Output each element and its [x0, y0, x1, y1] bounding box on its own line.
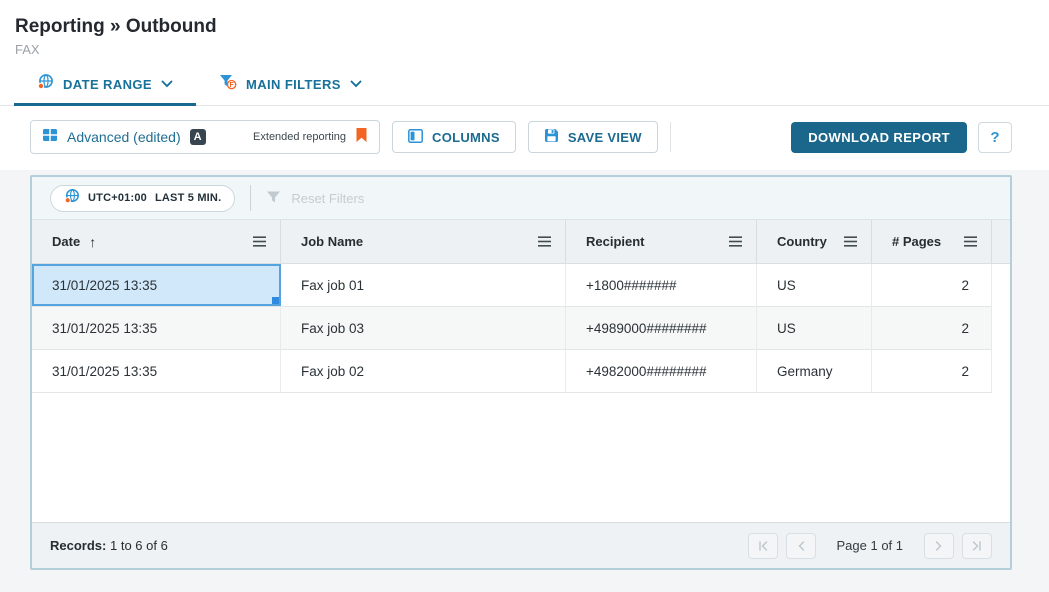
records-label: Records:	[50, 538, 106, 553]
tab-label: MAIN FILTERS	[246, 77, 341, 92]
column-menu-icon[interactable]	[964, 236, 978, 247]
column-header-pages[interactable]: # Pages	[872, 220, 992, 263]
next-page-button[interactable]	[924, 533, 954, 559]
globe-icon	[37, 73, 54, 95]
cell-recipient[interactable]: +4989000########	[566, 307, 757, 349]
columns-icon	[408, 129, 423, 146]
table-header: Date ↑ Job Name Recipient Country # Pa	[32, 219, 1010, 264]
last-page-button[interactable]	[962, 533, 992, 559]
column-menu-icon[interactable]	[538, 236, 552, 247]
table-row: 31/01/2025 13:35 Fax job 03 +4989000####…	[32, 307, 992, 350]
tab-main-filters[interactable]: F MAIN FILTERS	[196, 63, 385, 105]
table-row: 31/01/2025 13:35 Fax job 01 +1800#######…	[32, 264, 992, 307]
cell-pages[interactable]: 2	[872, 350, 992, 392]
report-panel: UTC+01:00 LAST 5 MIN. Reset Filters Date…	[30, 175, 1012, 570]
column-header-recipient[interactable]: Recipient	[566, 220, 757, 263]
column-header-country[interactable]: Country	[757, 220, 872, 263]
timezone-range-chip[interactable]: UTC+01:00 LAST 5 MIN.	[50, 185, 235, 212]
tab-date-range[interactable]: DATE RANGE	[14, 63, 196, 105]
tab-bar: DATE RANGE F MAIN FILTERS	[0, 63, 1049, 106]
column-menu-icon[interactable]	[844, 236, 858, 247]
active-filters-bar: UTC+01:00 LAST 5 MIN. Reset Filters	[32, 177, 1010, 219]
funnel-icon	[266, 190, 282, 207]
reset-filters-label: Reset Filters	[291, 191, 364, 206]
column-label: Country	[777, 234, 827, 249]
save-view-button[interactable]: SAVE VIEW	[528, 121, 658, 153]
grid-table-icon	[42, 127, 58, 148]
reset-filters-button[interactable]: Reset Filters	[266, 190, 364, 207]
first-page-button[interactable]	[748, 533, 778, 559]
table-footer: Records: 1 to 6 of 6 Page 1 of 1	[32, 522, 1010, 568]
sort-ascending-icon: ↑	[89, 234, 96, 250]
records-summary: Records: 1 to 6 of 6	[50, 538, 168, 553]
page-indicator: Page 1 of 1	[837, 538, 904, 553]
cell-date-selected[interactable]: 31/01/2025 13:35	[32, 264, 281, 306]
cell-country[interactable]: US	[757, 307, 872, 349]
page-header: Reporting » Outbound FAX	[0, 0, 1049, 63]
help-button[interactable]: ?	[978, 122, 1012, 153]
page-title: Reporting » Outbound	[15, 15, 1033, 39]
bookmark-icon	[355, 127, 368, 148]
pagination: Page 1 of 1	[748, 533, 993, 559]
toolbar-divider	[670, 122, 671, 152]
range-label: LAST 5 MIN.	[155, 192, 221, 204]
cell-job-name[interactable]: Fax job 01	[281, 264, 566, 306]
filter-funnel-icon: F	[219, 73, 237, 95]
svg-text:F: F	[229, 82, 234, 89]
cell-job-name[interactable]: Fax job 02	[281, 350, 566, 392]
scrollbar-gutter	[992, 220, 1010, 263]
cell-country[interactable]: US	[757, 264, 872, 306]
cell-pages[interactable]: 2	[872, 307, 992, 349]
cell-pages[interactable]: 2	[872, 264, 992, 306]
previous-page-button[interactable]	[786, 533, 816, 559]
table-body: 31/01/2025 13:35 Fax job 01 +1800#######…	[32, 264, 1010, 522]
chevron-down-icon	[350, 75, 362, 93]
column-header-job-name[interactable]: Job Name	[281, 220, 566, 263]
columns-button-label: COLUMNS	[432, 130, 500, 145]
cell-recipient[interactable]: +1800#######	[566, 264, 757, 306]
save-view-button-label: SAVE VIEW	[568, 130, 642, 145]
column-label: Date	[52, 234, 80, 249]
table-row: 31/01/2025 13:35 Fax job 02 +4982000####…	[32, 350, 992, 393]
extended-reporting-label: Extended reporting	[253, 131, 346, 143]
column-menu-icon[interactable]	[729, 236, 743, 247]
top-section: Reporting » Outbound FAX DATE RANGE F MA…	[0, 0, 1049, 170]
column-menu-icon[interactable]	[253, 236, 267, 247]
advanced-view-selector[interactable]: Advanced (edited) A Extended reporting	[30, 120, 380, 154]
timezone-label: UTC+01:00	[88, 192, 147, 204]
globe-icon	[64, 188, 80, 209]
save-icon	[544, 128, 559, 146]
chevron-down-icon	[161, 75, 173, 93]
filters-divider	[250, 185, 251, 211]
column-label: Recipient	[586, 234, 645, 249]
cell-job-name[interactable]: Fax job 03	[281, 307, 566, 349]
cell-date[interactable]: 31/01/2025 13:35	[32, 350, 281, 392]
advanced-view-label: Advanced (edited)	[67, 129, 181, 145]
column-header-date[interactable]: Date ↑	[32, 220, 281, 263]
tab-label: DATE RANGE	[63, 77, 152, 92]
column-label: # Pages	[892, 234, 941, 249]
cell-date[interactable]: 31/01/2025 13:35	[32, 307, 281, 349]
page-subtitle: FAX	[15, 42, 1033, 57]
advanced-badge: A	[190, 129, 206, 145]
cell-country[interactable]: Germany	[757, 350, 872, 392]
column-label: Job Name	[301, 234, 363, 249]
toolbar: Advanced (edited) A Extended reporting C…	[0, 106, 1049, 170]
records-value: 1 to 6 of 6	[110, 538, 168, 553]
columns-button[interactable]: COLUMNS	[392, 121, 516, 153]
cell-recipient[interactable]: +4982000########	[566, 350, 757, 392]
download-report-button[interactable]: DOWNLOAD REPORT	[791, 122, 967, 153]
